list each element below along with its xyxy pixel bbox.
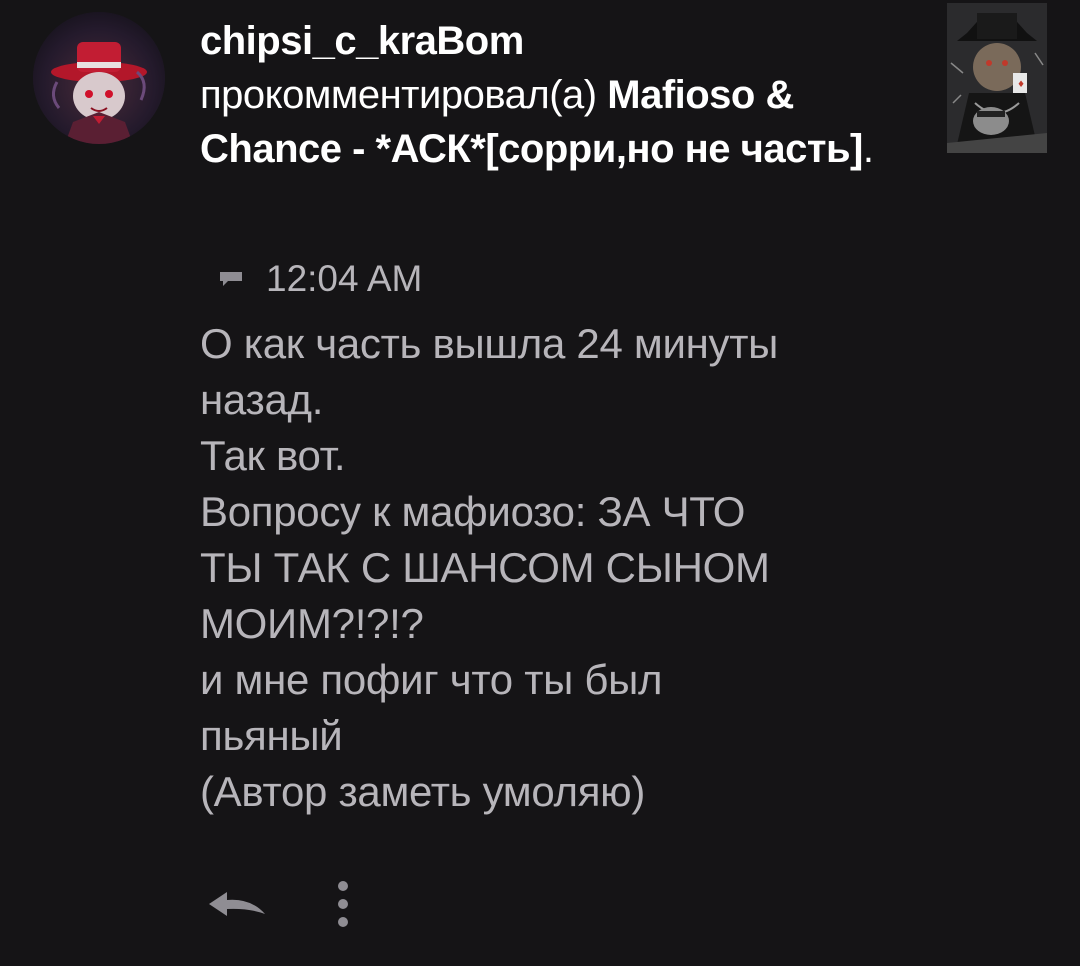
more-vertical-icon xyxy=(338,881,348,927)
comment-line: О как часть вышла 24 минуты xyxy=(200,320,779,367)
comment-line: Так вот. xyxy=(200,432,346,479)
reply-button[interactable] xyxy=(203,876,273,932)
reply-icon xyxy=(209,892,265,916)
comment-line: пьяный xyxy=(200,712,343,759)
username-link[interactable]: chipsi_c_kraBom xyxy=(200,14,920,68)
notification-headline: chipsi_c_kraBom прокомментировал(а) Mafi… xyxy=(200,14,920,176)
comment-line: (Автор заметь умоляю) xyxy=(200,768,646,815)
headline-period: . xyxy=(862,127,874,171)
comment-line: Вопросу к мафиозо: ЗА ЧТО xyxy=(200,488,746,535)
user-avatar[interactable] xyxy=(33,12,165,144)
comment-text: О как часть вышла 24 минуты назад. Так в… xyxy=(200,316,960,820)
comment-meta: 12:04 AM xyxy=(218,254,422,304)
comment-icon xyxy=(218,268,244,290)
comment-notification: chipsi_c_kraBom прокомментировал(а) Mafi… xyxy=(0,0,1080,966)
post-thumbnail[interactable]: ♦ xyxy=(947,3,1047,153)
comment-line: ТЫ ТАК С ШАНСОМ СЫНОМ xyxy=(200,544,770,591)
more-options-button[interactable] xyxy=(318,872,368,936)
svg-text:♦: ♦ xyxy=(1017,80,1025,90)
comment-line: и мне пофиг что ты был xyxy=(200,656,663,703)
comment-line: МОИМ?!?!? xyxy=(200,600,424,647)
action-text: прокомментировал(а) xyxy=(200,73,597,117)
comment-line: назад. xyxy=(200,376,324,423)
comment-timestamp: 12:04 AM xyxy=(266,258,423,299)
